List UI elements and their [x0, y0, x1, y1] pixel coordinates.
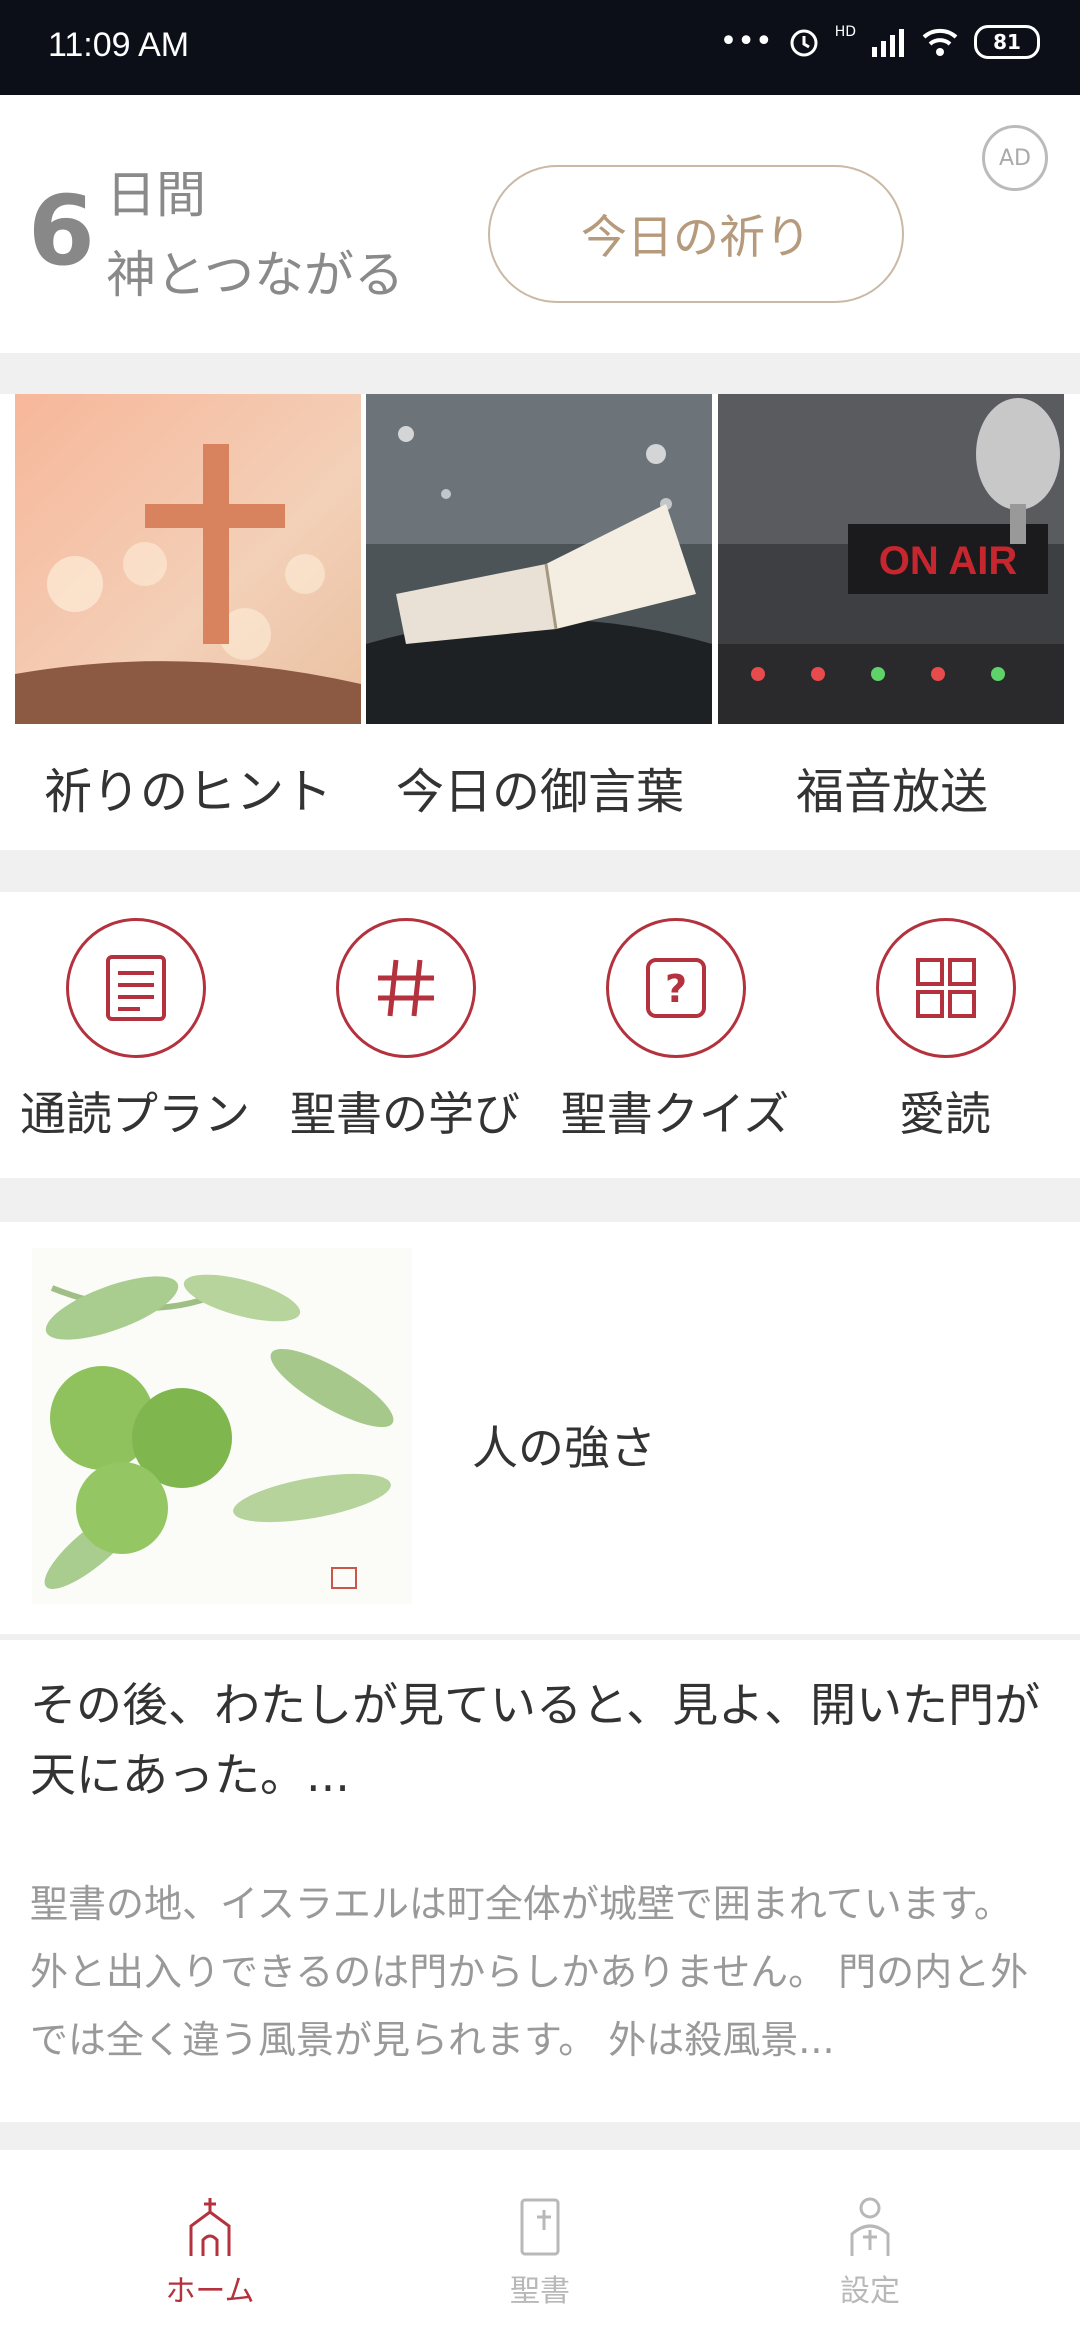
bible-photo: [366, 394, 712, 724]
gospel-broadcast-label: 福音放送: [795, 764, 988, 820]
nav-bible[interactable]: 聖書: [440, 2196, 640, 2310]
article-body[interactable]: その後、わたしが見ていると、見よ、開いた門が天にあった。... 聖書の地、イスラ…: [0, 1640, 1080, 2122]
settings-person-icon: [850, 2197, 890, 2256]
nav-bible-label: 聖書: [510, 2274, 570, 2309]
more-dots-icon: •••: [719, 24, 773, 59]
today-prayer-button[interactable]: 今日の祈り: [488, 165, 904, 303]
prayer-hints-label: 祈りのヒント: [43, 764, 332, 820]
hd-indicator: HD: [834, 23, 856, 40]
article-card[interactable]: 人の強さ: [0, 1222, 1080, 1634]
bible-study-circle: [336, 918, 476, 1058]
daily-word-label: 今日の御言葉: [395, 764, 684, 820]
nav-settings[interactable]: 設定: [770, 2196, 970, 2310]
bible-study-label: 聖書の学び: [290, 1087, 520, 1141]
gospel-broadcast-tile[interactable]: ON AIR: [718, 394, 1064, 724]
status-time: 11:09 AM: [48, 26, 190, 64]
chestnut-illustration: [32, 1248, 412, 1604]
prayer-hints-tile[interactable]: [15, 394, 361, 724]
reading-plan-circle: [66, 918, 206, 1058]
on-air-photo: ON AIR: [718, 394, 1064, 724]
nav-home-label: ホーム: [165, 2274, 255, 2309]
article-excerpt: 聖書の地、イスラエルは町全体が城壁で囲まれています。 外と出入りできるのは門から…: [30, 1882, 1029, 2062]
daily-word-tile[interactable]: [366, 394, 712, 724]
article-title: 人の強さ: [472, 1421, 656, 1475]
grid-icon: [916, 958, 976, 1018]
svg-text:?: ?: [665, 967, 687, 1011]
article-image: [32, 1248, 412, 1604]
hash-icon: [378, 959, 434, 1017]
alarm-icon: [790, 29, 818, 56]
signal-icon: [872, 28, 904, 57]
streak-days: 6: [28, 175, 95, 287]
status-bar: 11:09 AM ••• HD 81: [0, 0, 1080, 95]
cross-photo: [15, 394, 361, 724]
ad-badge-icon[interactable]: AD: [982, 125, 1048, 191]
reading-plan-button[interactable]: 通読プラン: [0, 918, 270, 1158]
wifi-icon: [922, 28, 958, 56]
battery-indicator: 81: [974, 24, 1040, 59]
favorites-label: 愛読: [899, 1087, 991, 1141]
quiz-icon: ?: [646, 958, 706, 1018]
bible-quiz-button[interactable]: ? 聖書クイズ: [540, 918, 810, 1158]
bible-book-icon: [520, 2198, 560, 2256]
streak-card: 6 日間 神とつながる 今日の祈り AD: [0, 95, 1080, 353]
bible-study-button[interactable]: 聖書の学び: [270, 918, 540, 1158]
streak-unit: 日間: [106, 166, 206, 224]
bible-quiz-label: 聖書クイズ: [560, 1087, 790, 1141]
media-row: ON AIR 祈りのヒント 今日の御言葉 福音放送: [0, 394, 1080, 850]
bible-quiz-circle: ?: [606, 918, 746, 1058]
favorites-circle: [876, 918, 1016, 1058]
document-icon: [106, 955, 166, 1021]
church-icon: [189, 2198, 231, 2256]
streak-caption: 神とつながる: [106, 246, 404, 304]
article-verse: その後、わたしが見ていると、見よ、開いた門が天にあった。...: [30, 1678, 1041, 1802]
on-air-sign: ON AIR: [879, 539, 1018, 583]
reading-plan-label: 通読プラン: [20, 1087, 250, 1141]
nav-home[interactable]: ホーム: [110, 2196, 310, 2310]
tools-row: 通読プラン 聖書の学び ? 聖書クイズ 愛読: [0, 892, 1080, 1178]
bottom-nav: ホーム 聖書 設定: [0, 2150, 1080, 2340]
nav-settings-label: 設定: [840, 2274, 900, 2309]
status-icons: ••• HD 81: [720, 24, 1040, 59]
favorites-button[interactable]: 愛読: [810, 918, 1080, 1158]
